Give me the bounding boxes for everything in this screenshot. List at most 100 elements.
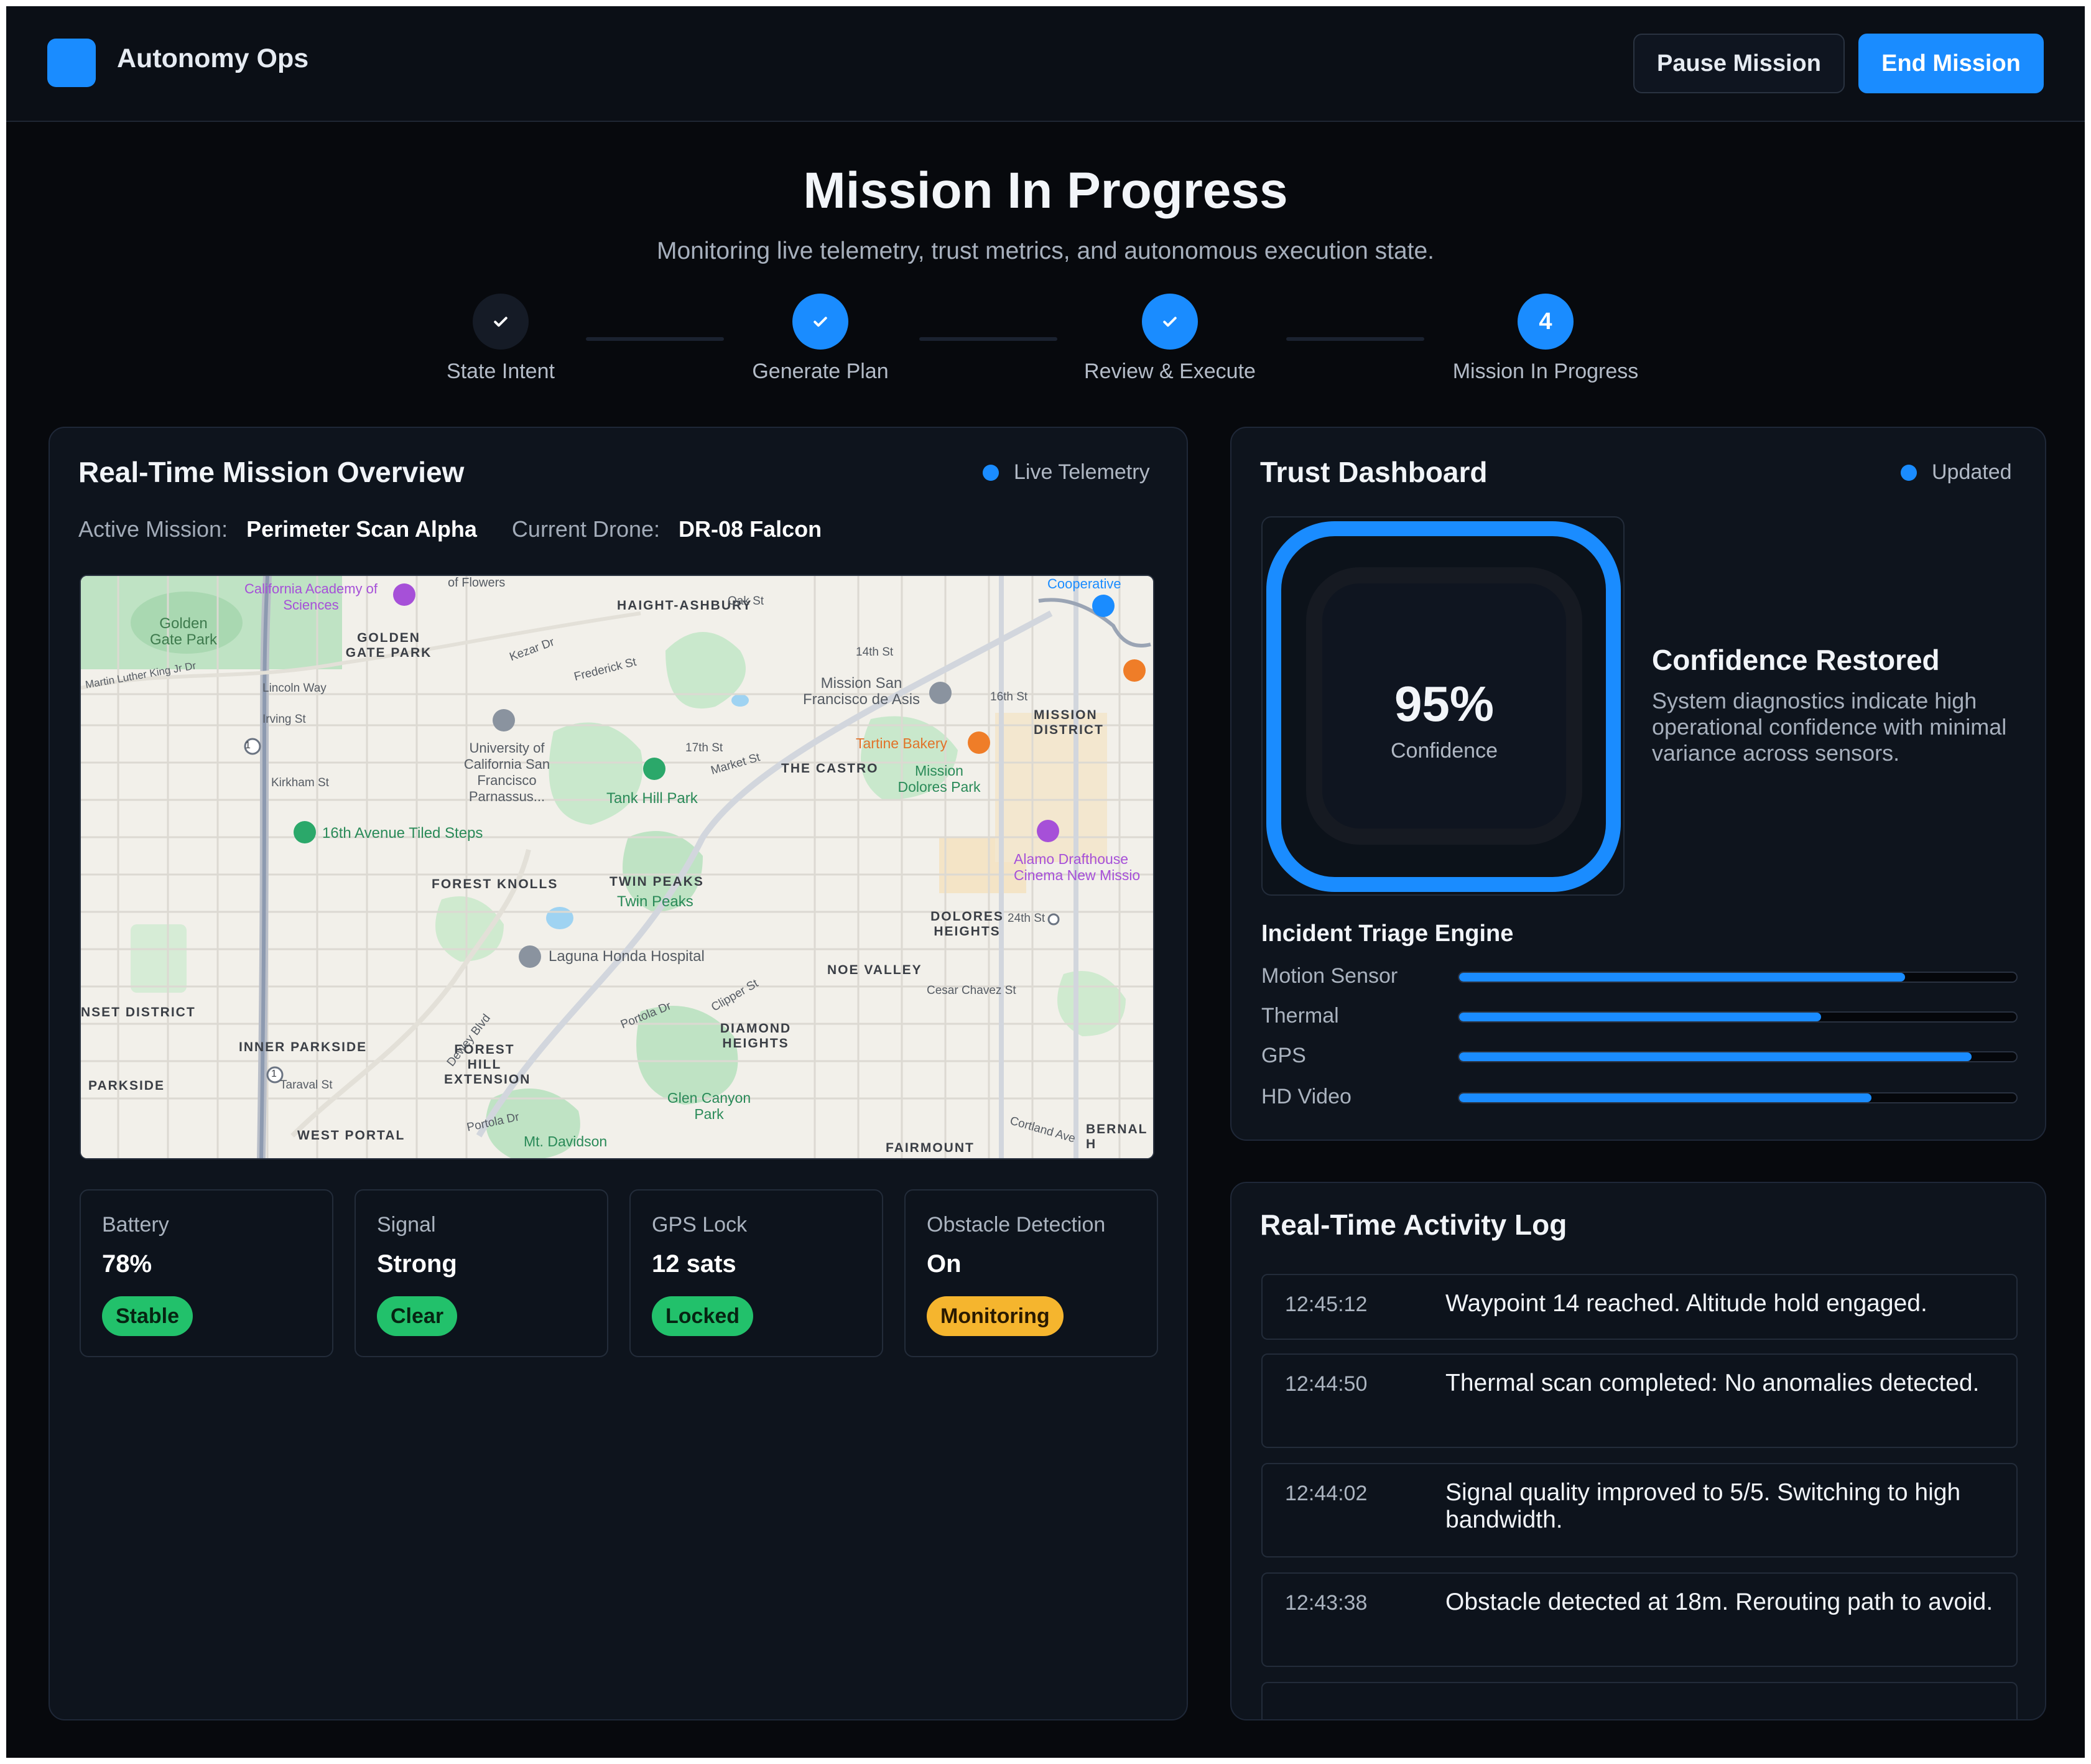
- map-label-mission-district: MISSION DISTRICT: [1034, 708, 1104, 737]
- map-label-west-portal: WEST PORTAL: [297, 1128, 406, 1143]
- log-entry[interactable]: 12:45:12 Waypoint 14 reached. Altitude h…: [1261, 1274, 2018, 1340]
- log-entry[interactable]: 12:44:50 Thermal scan completed: No anom…: [1261, 1353, 2018, 1448]
- stat-label: Signal: [377, 1213, 436, 1237]
- map-label-ucsf: University of California San Francisco P…: [463, 740, 550, 804]
- map-label-tank-hill: Tank Hill Park: [606, 790, 698, 807]
- top-bar: Autonomy Ops Pause Mission End Mission: [6, 6, 2085, 122]
- app-title: Autonomy Ops: [117, 44, 309, 73]
- step-generate-plan[interactable]: [792, 294, 848, 350]
- updated-indicator: Updated: [1901, 460, 2012, 485]
- sensor-label: GPS: [1261, 1044, 1306, 1067]
- map-label-17th: 17th St: [685, 741, 723, 754]
- map-label-mlk: Martin Luther King Jr Dr: [84, 659, 197, 691]
- step-state-intent[interactable]: [473, 294, 529, 350]
- map-label-mission-san-francisco: Mission San Francisco de Asis: [802, 675, 920, 708]
- map-label-dolores-heights: DOLORES HEIGHTS: [930, 909, 1004, 939]
- map-label-mt-davidson: Mt. Davidson: [524, 1133, 608, 1149]
- sensor-bar-fill: [1459, 1013, 1822, 1021]
- mission-overview-panel: Real-Time Mission Overview Live Telemetr…: [49, 427, 1188, 1720]
- map-label-bernal: BERNAL H: [1086, 1122, 1148, 1151]
- map-label-twin-peaks: Twin Peaks: [617, 893, 693, 910]
- map-label-taraval: Taraval St: [280, 1079, 333, 1092]
- status-badge: Clear: [377, 1296, 458, 1336]
- map-label-24th: 24th St: [1008, 912, 1046, 925]
- map-label-parkside: PARKSIDE: [88, 1079, 165, 1093]
- confidence-description: System diagnostics indicate high operati…: [1652, 688, 2007, 766]
- map-label-hwy-1: 1: [245, 740, 251, 751]
- mission-meta: Active Mission: Perimeter Scan Alpha Cur…: [78, 516, 822, 542]
- stat-card-gps-lock: GPS Lock 12 sats Locked: [629, 1189, 883, 1357]
- activity-log-panel: Real-Time Activity Log 12:45:12 Waypoint…: [1230, 1182, 2046, 1720]
- sensor-bar: [1458, 1051, 2018, 1062]
- status-dot-icon: [983, 464, 999, 481]
- map-label-inner-parkside: INNER PARKSIDE: [239, 1040, 368, 1054]
- map-label-mission-dolores-park: Mission Dolores Park: [897, 763, 981, 795]
- page-subtitle: Monitoring live telemetry, trust metrics…: [656, 238, 1435, 264]
- sensor-bar: [1458, 1092, 2018, 1103]
- stat-label: Obstacle Detection: [927, 1213, 1106, 1237]
- map-labels: Golden Gate Park GOLDEN GATE PARK Califo…: [81, 576, 1153, 1158]
- step-label-state-intent: State Intent: [447, 360, 555, 383]
- step-label-review-execute: Review & Execute: [1084, 360, 1256, 383]
- pause-mission-button[interactable]: Pause Mission: [1633, 34, 1845, 93]
- map-label-tiled-steps: 16th Avenue Tiled Steps: [322, 825, 483, 842]
- panel-title: Trust Dashboard: [1260, 456, 1488, 488]
- map-label-clipper: Clipper St: [709, 977, 761, 1014]
- log-timestamp: 12:44:02: [1285, 1482, 1368, 1505]
- step-mission-in-progress[interactable]: 4: [1518, 294, 1574, 350]
- map-label-sunset: NSET DISTRICT: [81, 1005, 196, 1019]
- sensor-label: Thermal: [1261, 1004, 1339, 1028]
- end-mission-button[interactable]: End Mission: [1858, 34, 2044, 93]
- stat-label: GPS Lock: [652, 1213, 748, 1237]
- sensor-bar-fill: [1459, 1093, 1872, 1102]
- stat-value: On: [927, 1250, 962, 1278]
- map-label-14th: 14th St: [856, 646, 894, 659]
- log-entry-partial[interactable]: [1261, 1682, 2018, 1719]
- map-label-irving: Irving St: [262, 713, 306, 726]
- map-label-cortland: Cortland Ave: [1008, 1114, 1077, 1146]
- active-mission-value: Perimeter Scan Alpha: [246, 516, 477, 542]
- stat-value: Strong: [377, 1250, 457, 1278]
- map-label-diamond-heights: DIAMOND HEIGHTS: [720, 1021, 792, 1051]
- step-label-mission-in-progress: Mission In Progress: [1452, 360, 1639, 383]
- check-icon: [1163, 317, 1177, 327]
- log-timestamp: 12:45:12: [1285, 1293, 1368, 1316]
- current-drone-label: Current Drone:: [511, 516, 661, 542]
- check-icon: [814, 317, 827, 327]
- map-label-alamo: Alamo Drafthouse Cinema New Missio: [1014, 851, 1141, 883]
- map-label-kezar: Kezar Dr: [508, 635, 557, 664]
- log-entry[interactable]: 12:43:38 Obstacle detected at 18m. Rerou…: [1261, 1572, 2018, 1667]
- map-label-noe-valley: NOE VALLEY: [827, 963, 922, 977]
- map-label-golden-gate-park-district: GOLDEN GATE PARK: [345, 631, 432, 660]
- panel-title: Real-Time Mission Overview: [78, 456, 465, 488]
- step-connector: [1286, 337, 1424, 341]
- page-title: Mission In Progress: [803, 162, 1288, 219]
- stat-value: 78%: [102, 1250, 152, 1278]
- log-entry[interactable]: 12:44:02 Signal quality improved to 5/5.…: [1261, 1463, 2018, 1557]
- confidence-gauge: 95% Confidence: [1261, 516, 1625, 896]
- stat-label: Battery: [102, 1213, 169, 1237]
- log-message: Signal quality improved to 5/5. Switchin…: [1445, 1479, 1961, 1533]
- map-label-forest-knolls: FOREST KNOLLS: [432, 877, 559, 891]
- map-label-cal-academy: California Academy of Sciences: [244, 581, 378, 613]
- confidence-value: 95%: [1394, 676, 1495, 731]
- map-label-cooperative: Cooperative: [1047, 576, 1121, 592]
- map-label-kirkham: Kirkham St: [271, 776, 329, 789]
- step-label-generate-plan: Generate Plan: [752, 360, 889, 383]
- live-telemetry-label: Live Telemetry: [1014, 460, 1150, 484]
- sensor-bar: [1458, 1011, 2018, 1023]
- confidence-caption: Confidence: [1390, 739, 1498, 763]
- log-message: Waypoint 14 reached. Altitude hold engag…: [1445, 1290, 1927, 1317]
- map-label-glen-canyon: Glen Canyon Park: [667, 1090, 751, 1122]
- sensor-bar-fill: [1459, 973, 1905, 982]
- live-telemetry-indicator: Live Telemetry: [983, 460, 1150, 485]
- app-logo: [47, 39, 96, 87]
- status-badge: Stable: [102, 1296, 193, 1336]
- active-mission-label: Active Mission:: [78, 516, 228, 542]
- step-review-execute[interactable]: [1142, 294, 1198, 350]
- mission-map[interactable]: Golden Gate Park GOLDEN GATE PARK Califo…: [80, 575, 1154, 1159]
- log-timestamp: 12:44:50: [1285, 1372, 1368, 1396]
- triage-title: Incident Triage Engine: [1261, 921, 1514, 947]
- sensor-bar-fill: [1459, 1052, 1972, 1061]
- stat-value: 12 sats: [652, 1250, 736, 1278]
